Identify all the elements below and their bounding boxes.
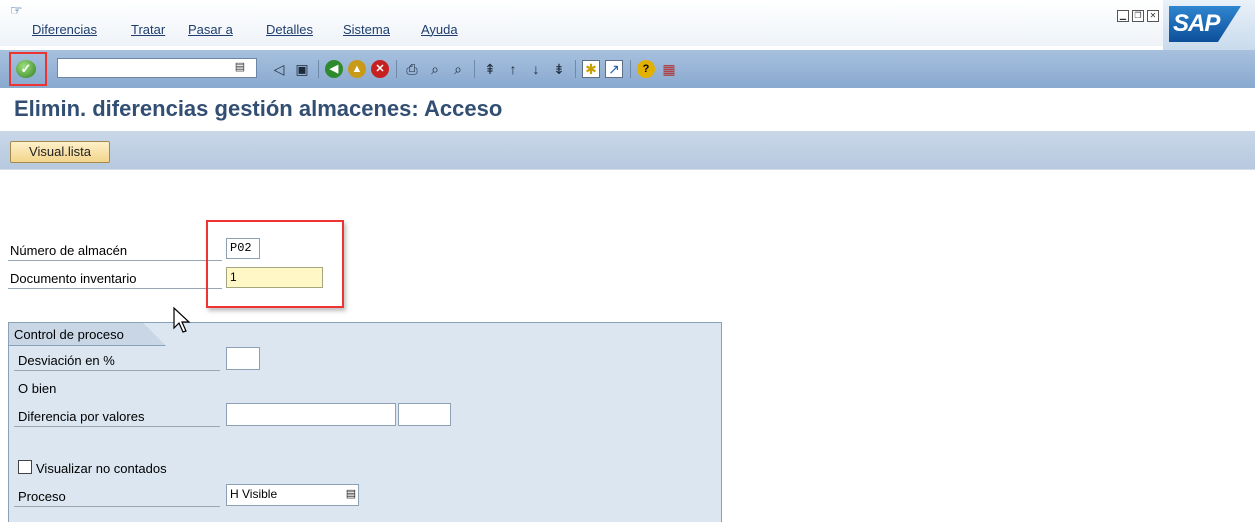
toolbar-separator [396,60,397,78]
diferencia-moneda-field[interactable] [398,403,451,426]
back-icon[interactable]: ◁ [270,60,288,78]
menu-pasar-a[interactable]: Pasar a [188,22,233,37]
back-green-icon[interactable]: ◀ [325,60,343,78]
layout-icon[interactable]: ▦ [660,60,678,78]
mouse-cursor-icon [173,306,191,333]
proceso-dropdown[interactable]: H Visible [226,484,359,506]
o-bien-label: O bien [18,381,57,396]
group-title: Control de proceso [14,327,124,342]
proceso-label: Proceso [18,489,66,504]
exit-icon[interactable]: ▲ [348,60,366,78]
enter-highlight-box [9,52,47,86]
label-underline [14,370,220,371]
menu-diferencias[interactable]: Diferencias [32,22,97,37]
application-toolbar [0,131,1255,170]
last-page-icon[interactable]: ⇟ [550,60,568,78]
label-underline [14,506,220,507]
close-icon[interactable]: ✕ [1147,10,1159,22]
desviacion-label: Desviación en % [18,353,115,368]
command-field[interactable] [57,58,257,78]
desviacion-field[interactable] [226,347,260,370]
toolbar-separator [474,60,475,78]
save-icon[interactable]: ▣ [293,60,311,78]
help-icon[interactable]: ? [637,60,655,78]
find-icon[interactable]: ⌕ [426,60,444,78]
sap-logo-text: SAP [1173,10,1220,37]
menu-toggle-icon[interactable]: ☞ [10,3,24,17]
diferencia-label: Diferencia por valores [18,409,145,424]
menu-detalles[interactable]: Detalles [266,22,313,37]
sap-logo: SAP [1163,0,1255,50]
cancel-icon[interactable]: ✕ [371,60,389,78]
toolbar-separator [318,60,319,78]
shortcut-icon[interactable]: ↗ [605,60,623,78]
minimize-icon[interactable]: ▁ [1117,10,1129,22]
command-history-icon[interactable]: ▤ [233,60,247,74]
label-underline [14,426,220,427]
menu-sistema[interactable]: Sistema [343,22,390,37]
visualizar-checkbox[interactable] [18,460,32,474]
documento-label: Documento inventario [10,271,137,286]
menu-ayuda[interactable]: Ayuda [421,22,458,37]
dropdown-icon[interactable]: ▤ [345,487,357,501]
diferencia-valor-field[interactable] [226,403,396,426]
toolbar-separator [575,60,576,78]
menu-tratar[interactable]: Tratar [131,22,165,37]
page-title: Elimin. diferencias gestión almacenes: A… [14,96,503,121]
label-underline [8,260,222,261]
print-icon[interactable]: ⎙ [403,60,421,78]
toolbar-separator [630,60,631,78]
maximize-icon[interactable]: ❐ [1132,10,1144,22]
fields-highlight-box [206,220,344,308]
visualizar-label: Visualizar no contados [36,461,167,476]
almacen-label: Número de almacén [10,243,128,258]
new-session-icon[interactable]: ✱ [582,60,600,78]
first-page-icon[interactable]: ⇞ [481,60,499,78]
visual-lista-button[interactable]: Visual.lista [10,141,110,163]
label-underline [8,288,222,289]
find-next-icon[interactable]: ⌕ [449,60,467,78]
next-page-icon[interactable]: ↓ [527,60,545,78]
prev-page-icon[interactable]: ↑ [504,60,522,78]
window-controls: ▁ ❐ ✕ [1117,6,1162,22]
